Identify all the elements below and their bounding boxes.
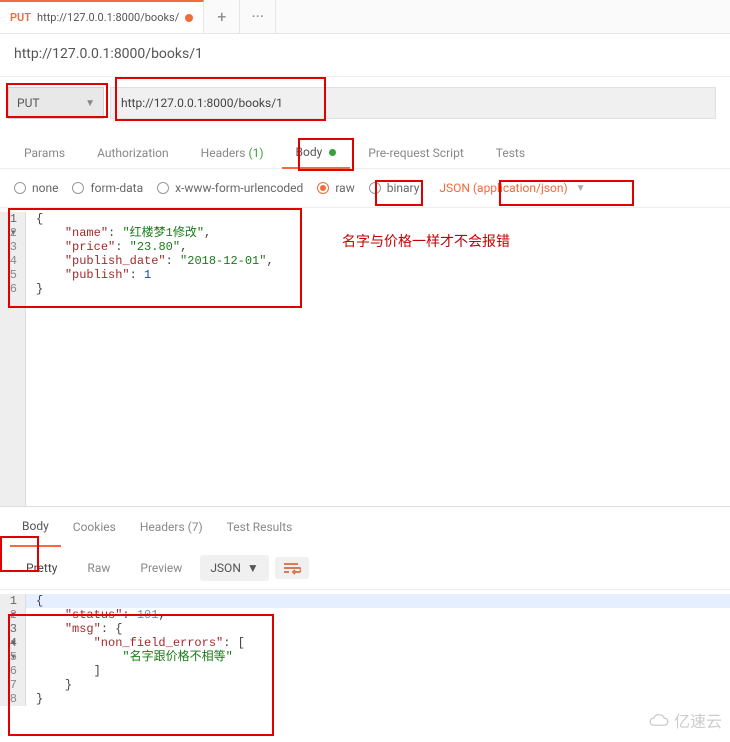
- radio-icon: [157, 182, 169, 194]
- tab-body-label: Body: [296, 145, 323, 159]
- resp-headers-count: (7): [188, 520, 203, 534]
- add-tab-button[interactable]: +: [204, 0, 240, 33]
- cloud-icon: [648, 713, 670, 727]
- tab-method: PUT: [10, 11, 31, 24]
- resp-tab-test-results[interactable]: Test Results: [215, 508, 305, 546]
- body-type-row: none form-data x-www-form-urlencoded raw…: [0, 169, 730, 208]
- radio-icon: [72, 182, 84, 194]
- response-area: Body Cookies Headers (7) Test Results Pr…: [0, 506, 730, 706]
- wrap-lines-button[interactable]: [275, 557, 309, 579]
- response-body-viewer[interactable]: 1 ▾ 2 3 ▾ 4 ▾ 5678 { "status": 101, "msg…: [0, 590, 730, 706]
- resp-tab-cookies[interactable]: Cookies: [61, 508, 128, 546]
- resp-tab-body[interactable]: Body: [10, 507, 61, 547]
- tab-headers[interactable]: Headers (1): [187, 138, 278, 168]
- method-select[interactable]: PUT ▼: [8, 87, 104, 119]
- body-opt-xwww[interactable]: x-www-form-urlencoded: [157, 181, 303, 195]
- resp-tab-headers[interactable]: Headers (7): [128, 508, 215, 546]
- method-url-row: PUT ▼ http://127.0.0.1:8000/books/1: [0, 77, 730, 119]
- headers-count: (1): [248, 146, 263, 160]
- editor-gutter: 1 ▾ 23456: [0, 212, 26, 506]
- tab-url: http://127.0.0.1:8000/books/: [37, 11, 179, 24]
- request-tab[interactable]: PUT http://127.0.0.1:8000/books/: [0, 0, 204, 33]
- tab-params[interactable]: Params: [10, 138, 79, 168]
- wrap-icon: [283, 561, 301, 575]
- editor-lines: { "name": "红楼梦1修改", "price": "23.80", "p…: [26, 212, 730, 506]
- tab-bar: PUT http://127.0.0.1:8000/books/ + ···: [0, 0, 730, 34]
- body-opt-raw[interactable]: raw: [317, 181, 354, 195]
- body-active-dot-icon: [329, 149, 336, 156]
- tab-headers-label: Headers: [201, 146, 246, 160]
- body-opt-binary-label: binary: [387, 181, 420, 195]
- radio-icon: [369, 182, 381, 194]
- radio-icon: [14, 182, 26, 194]
- body-opt-form-data-label: form-data: [90, 181, 143, 195]
- resp-tab-headers-label: Headers: [140, 520, 185, 534]
- chevron-down-icon: ▼: [247, 561, 259, 575]
- view-raw[interactable]: Raw: [75, 555, 122, 581]
- body-opt-form-data[interactable]: form-data: [72, 181, 143, 195]
- chevron-down-icon: ▼: [85, 98, 95, 109]
- watermark-text: 亿速云: [674, 708, 722, 732]
- response-format-label: JSON: [210, 561, 241, 575]
- chevron-down-icon: ▼: [576, 183, 586, 194]
- editor-gutter: 1 ▾ 2 3 ▾ 4 ▾ 5678: [0, 594, 26, 706]
- radio-checked-icon: [317, 182, 329, 194]
- method-select-label: PUT: [17, 96, 40, 110]
- body-opt-none[interactable]: none: [14, 181, 58, 195]
- request-config-tabs: Params Authorization Headers (1) Body Pr…: [0, 119, 730, 169]
- content-type-select[interactable]: JSON (application/json) ▼: [433, 179, 591, 197]
- annotation-text: 名字与价格一样才不会报错: [342, 231, 510, 251]
- body-opt-raw-label: raw: [335, 181, 354, 195]
- url-input[interactable]: http://127.0.0.1:8000/books/1: [110, 87, 716, 119]
- body-opt-none-label: none: [32, 181, 58, 195]
- request-title: http://127.0.0.1:8000/books/1: [0, 34, 730, 77]
- response-tabs: Body Cookies Headers (7) Test Results: [0, 507, 730, 547]
- tab-tests[interactable]: Tests: [482, 138, 539, 168]
- body-opt-binary[interactable]: binary: [369, 181, 420, 195]
- request-body-editor[interactable]: 1 ▾ 23456 { "name": "红楼梦1修改", "price": "…: [0, 208, 730, 506]
- watermark: 亿速云: [648, 708, 722, 732]
- response-format-select[interactable]: JSON ▼: [200, 555, 268, 581]
- url-input-value: http://127.0.0.1:8000/books/1: [121, 96, 283, 110]
- tab-prerequest[interactable]: Pre-request Script: [354, 138, 477, 168]
- response-view-row: Pretty Raw Preview JSON ▼: [0, 547, 730, 590]
- unsaved-dot-icon: [185, 14, 193, 22]
- tab-authorization[interactable]: Authorization: [83, 138, 183, 168]
- content-type-label: JSON (application/json): [439, 181, 567, 195]
- view-pretty[interactable]: Pretty: [14, 555, 69, 581]
- editor-lines: { "status": 101, "msg": { "non_field_err…: [26, 594, 730, 706]
- view-preview[interactable]: Preview: [128, 555, 194, 581]
- body-opt-xwww-label: x-www-form-urlencoded: [175, 181, 303, 195]
- tab-body[interactable]: Body: [282, 137, 351, 169]
- tab-overflow-button[interactable]: ···: [240, 0, 276, 33]
